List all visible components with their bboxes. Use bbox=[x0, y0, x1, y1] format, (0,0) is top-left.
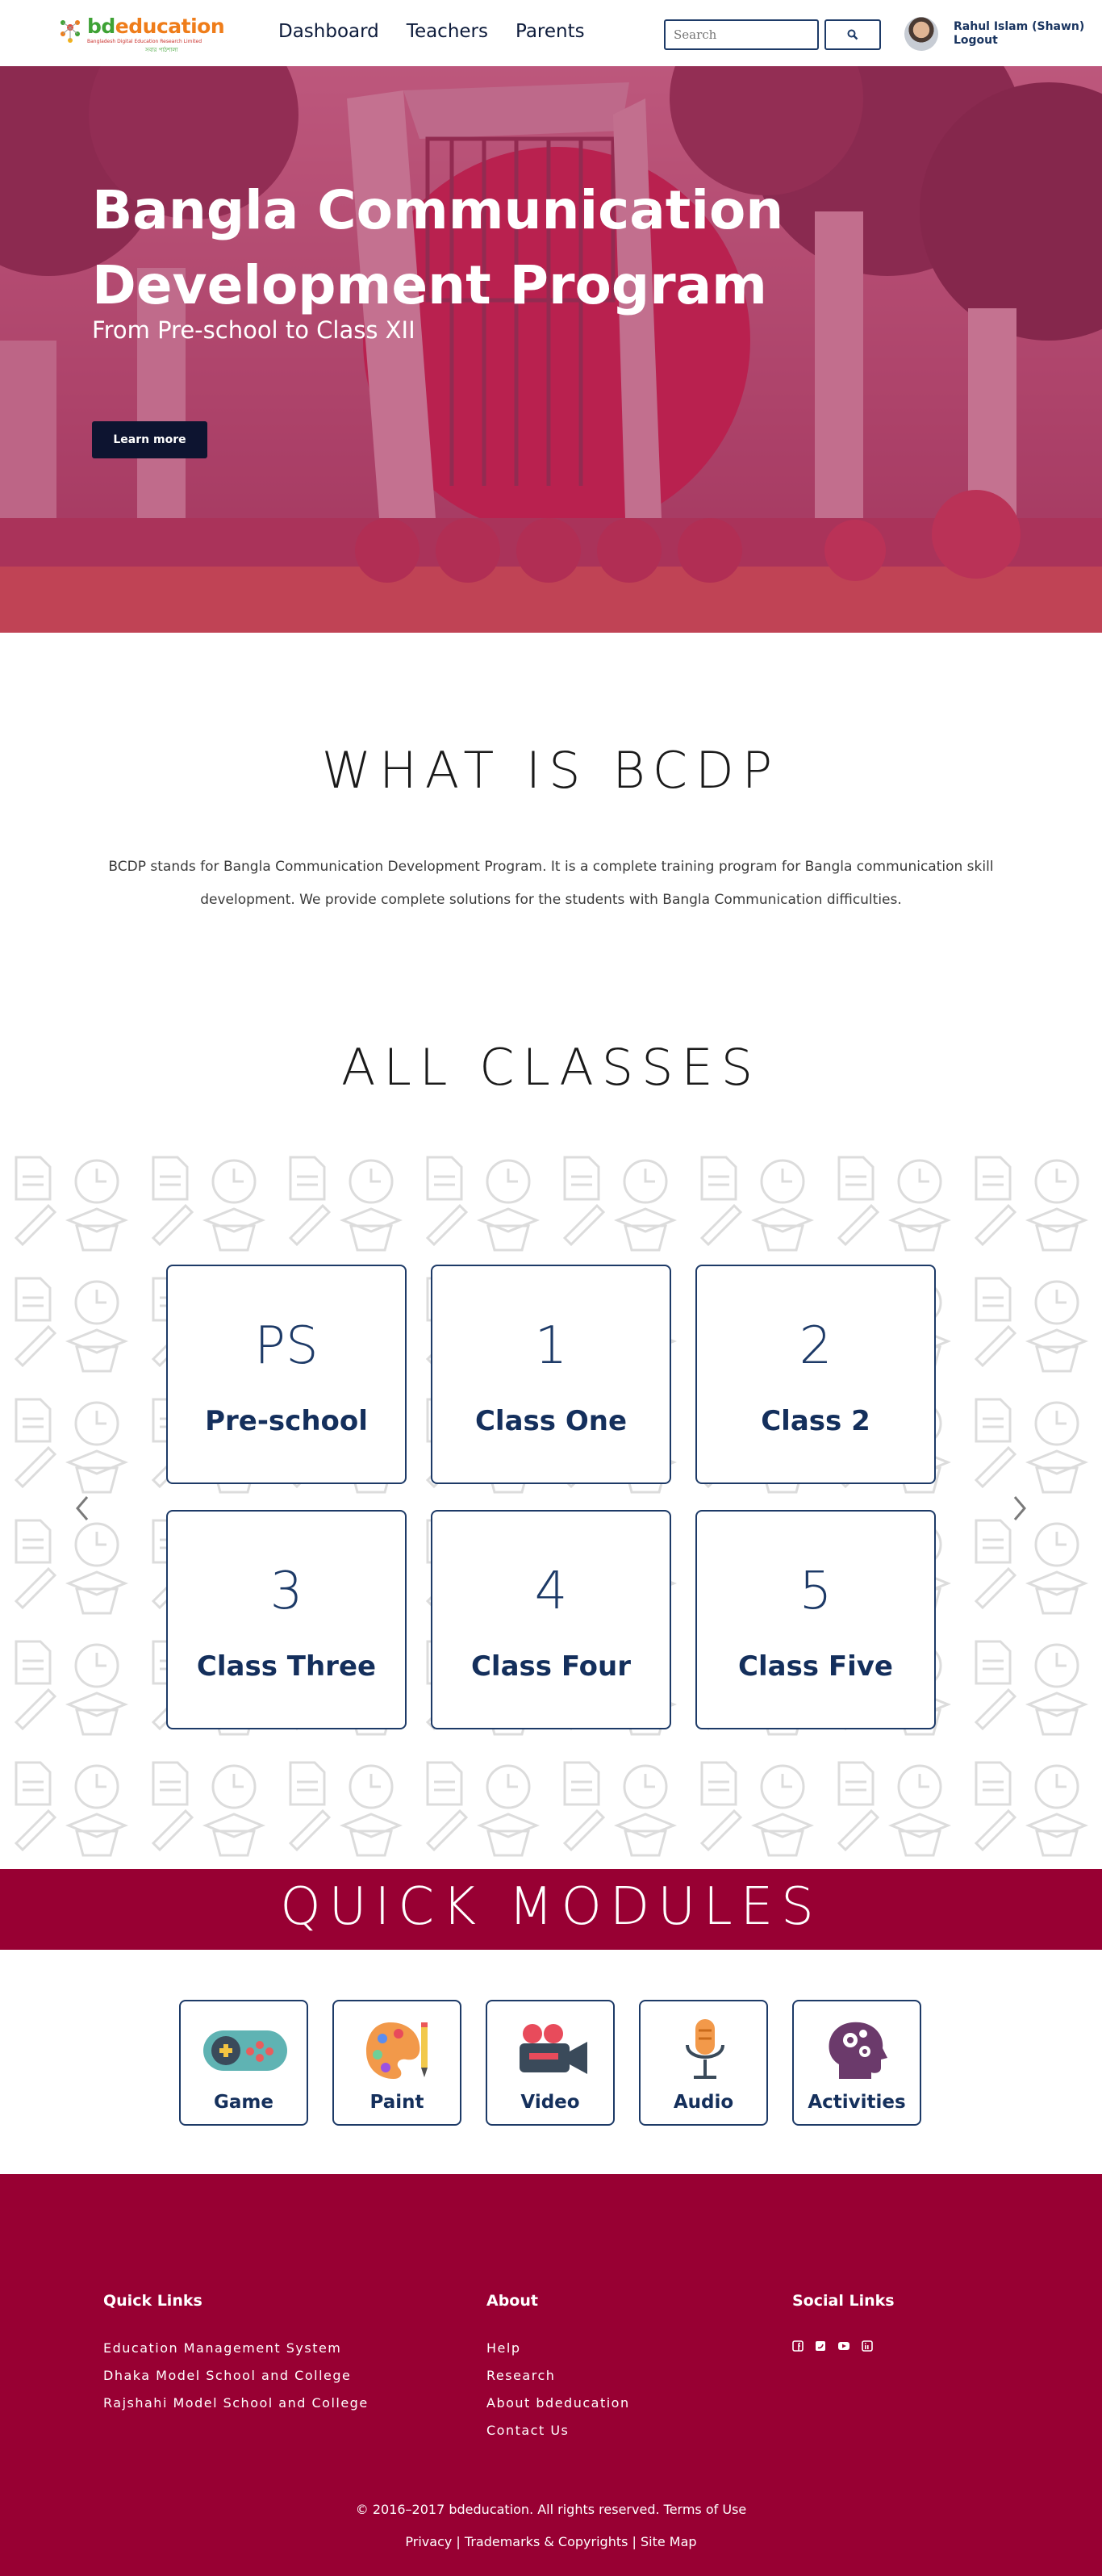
search-input[interactable] bbox=[664, 19, 819, 50]
nav-parents[interactable]: Parents bbox=[516, 21, 585, 42]
module-label: Audio bbox=[673, 2092, 734, 2113]
search-icon bbox=[847, 29, 858, 40]
hero-overlay bbox=[0, 66, 1102, 633]
class-name: Class Four bbox=[470, 1650, 632, 1683]
school-pattern-background bbox=[0, 1149, 1102, 1869]
module-audio[interactable]: Audio bbox=[639, 2000, 768, 2126]
main-nav: Dashboard Teachers Parents bbox=[278, 21, 585, 42]
quick-modules-banner: QUICK MODULES bbox=[0, 1869, 1102, 1950]
hero-title: Bangla Communication Development Program bbox=[92, 179, 784, 316]
hero-banner: Bangla Communication Development Program… bbox=[0, 66, 1102, 633]
what-is-title: WHAT IS BCDP bbox=[321, 741, 781, 800]
gamepad-icon bbox=[203, 2030, 287, 2071]
logo-text: bdeducation bbox=[87, 15, 225, 38]
class-name: Class Five bbox=[738, 1650, 893, 1683]
site-footer: Quick Links Education Management System … bbox=[0, 2174, 1102, 2576]
logout-link[interactable]: Logout bbox=[954, 34, 998, 47]
avatar[interactable] bbox=[904, 17, 938, 51]
footer-link-contact[interactable]: Contact Us bbox=[486, 2423, 569, 2438]
about-heading: About bbox=[486, 2292, 538, 2310]
class-card-preschool[interactable]: PS Pre-school bbox=[166, 1265, 407, 1484]
module-paint[interactable]: Paint bbox=[332, 2000, 461, 2126]
footer-link-dhaka[interactable]: Dhaka Model School and College bbox=[103, 2368, 351, 2383]
class-card-four[interactable]: 4 Class Four bbox=[431, 1510, 671, 1729]
class-number: 4 bbox=[534, 1562, 568, 1621]
logo-tagline: Bangladesh Digital Education Research Li… bbox=[87, 39, 202, 44]
nav-dashboard[interactable]: Dashboard bbox=[278, 21, 379, 42]
footer-link-about[interactable]: About bdeducation bbox=[486, 2395, 630, 2411]
user-name[interactable]: Rahul Islam (Shawn) bbox=[954, 20, 1084, 33]
social-links-heading: Social Links bbox=[792, 2292, 895, 2310]
nav-teachers[interactable]: Teachers bbox=[407, 21, 488, 42]
footer-link-help[interactable]: Help bbox=[486, 2340, 520, 2356]
what-is-description: BCDP stands for Bangla Communication Dev… bbox=[108, 859, 994, 908]
chevron-left-icon[interactable] bbox=[74, 1495, 90, 1522]
quick-modules-title: QUICK MODULES bbox=[280, 1877, 822, 1937]
linkedin-icon[interactable] bbox=[862, 2340, 873, 2352]
search-button[interactable] bbox=[824, 19, 881, 50]
copyright-text: © 2016–2017 bdeducation. All rights rese… bbox=[355, 2502, 747, 2517]
module-game[interactable]: Game bbox=[179, 2000, 308, 2126]
classes-carousel bbox=[0, 1149, 1102, 1869]
module-label: Activities bbox=[808, 2092, 906, 2113]
class-name: Class One bbox=[474, 1405, 628, 1437]
module-label: Paint bbox=[369, 2092, 424, 2113]
chevron-right-icon[interactable] bbox=[1012, 1495, 1028, 1522]
quick-links-heading: Quick Links bbox=[103, 2292, 202, 2310]
logo-tagline-bangla: সবার পাঠশালা bbox=[145, 47, 178, 53]
legal-links[interactable]: Privacy | Trademarks & Copyrights | Site… bbox=[0, 2534, 1102, 2549]
microphone-icon bbox=[686, 2019, 724, 2079]
all-classes-title: ALL CLASSES bbox=[340, 1038, 762, 1097]
site-logo[interactable]: bdeducation Bangladesh Digital Education… bbox=[56, 15, 225, 53]
palette-icon bbox=[366, 2022, 428, 2079]
class-card-five[interactable]: 5 Class Five bbox=[695, 1510, 936, 1729]
class-number: 3 bbox=[269, 1562, 303, 1621]
class-card-two[interactable]: 2 Class 2 bbox=[695, 1265, 936, 1484]
hero-subtitle: From Pre-school to Class XII bbox=[92, 316, 415, 344]
class-name: Class Three bbox=[196, 1650, 377, 1683]
facebook-icon[interactable] bbox=[792, 2340, 804, 2352]
class-number: 1 bbox=[534, 1316, 568, 1376]
class-card-three[interactable]: 3 Class Three bbox=[166, 1510, 407, 1729]
class-number: PS bbox=[254, 1316, 319, 1376]
class-number: 5 bbox=[799, 1562, 833, 1621]
module-activities[interactable]: Activities bbox=[792, 2000, 921, 2126]
footer-link-rajshahi[interactable]: Rajshahi Model School and College bbox=[103, 2395, 369, 2411]
brain-gears-icon bbox=[829, 2022, 887, 2079]
site-header: bdeducation Bangladesh Digital Education… bbox=[0, 0, 1102, 66]
class-name: Pre-school bbox=[205, 1405, 368, 1437]
class-number: 2 bbox=[799, 1316, 833, 1376]
footer-link-research[interactable]: Research bbox=[486, 2368, 555, 2383]
class-card-one[interactable]: 1 Class One bbox=[431, 1265, 671, 1484]
module-video[interactable]: Video bbox=[486, 2000, 615, 2126]
learn-more-button[interactable]: Learn more bbox=[92, 421, 207, 458]
module-label: Game bbox=[214, 2092, 273, 2113]
video-camera-icon bbox=[520, 2024, 587, 2074]
social-icons bbox=[792, 2340, 873, 2352]
class-name: Class 2 bbox=[761, 1405, 870, 1437]
youtube-icon[interactable] bbox=[837, 2340, 850, 2352]
logo-icon bbox=[61, 20, 80, 43]
footer-link-ems[interactable]: Education Management System bbox=[103, 2340, 341, 2356]
twitter-icon[interactable] bbox=[815, 2340, 826, 2352]
module-label: Video bbox=[520, 2092, 580, 2113]
